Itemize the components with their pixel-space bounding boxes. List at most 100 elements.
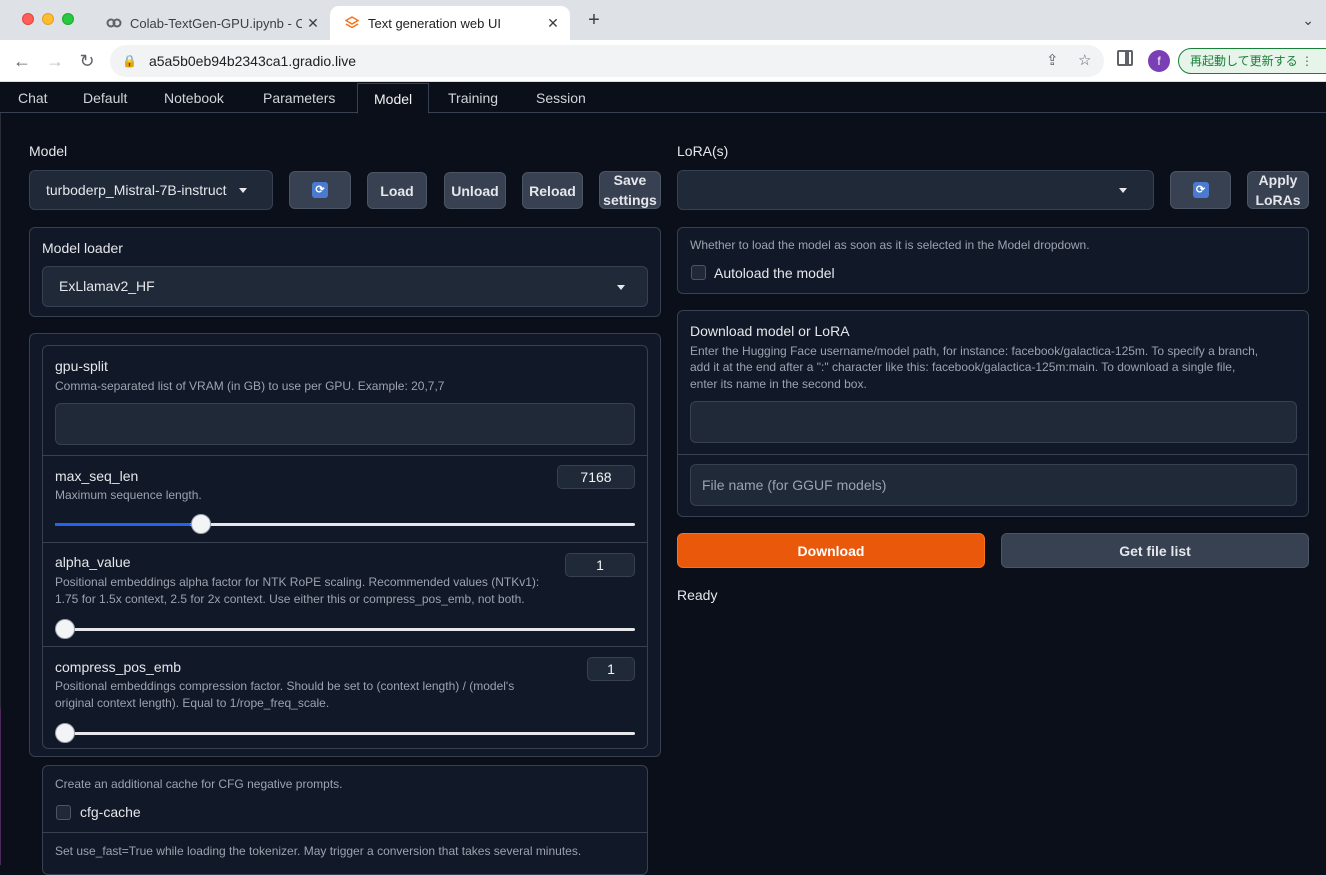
loader-params-panel: gpu-split Comma-separated list of VRAM (… xyxy=(29,333,661,757)
download-button[interactable]: Download xyxy=(677,533,985,568)
tab-notebook[interactable]: Notebook xyxy=(148,83,240,113)
autoload-info: Whether to load the model as soon as it … xyxy=(690,238,1090,252)
download-info-line1: Enter the Hugging Face username/model pa… xyxy=(690,344,1259,358)
max-seq-len-label: max_seq_len xyxy=(55,468,139,484)
side-panel-icon[interactable] xyxy=(1117,50,1133,66)
autoload-panel: Whether to load the model as soon as it … xyxy=(677,227,1309,294)
gpu-split-label: gpu-split xyxy=(55,358,108,374)
alpha-value-slider-thumb[interactable] xyxy=(55,619,75,639)
app-tab-bar: Chat Default Notebook Parameters Model T… xyxy=(0,83,1326,114)
gradio-icon xyxy=(344,15,360,31)
window-minimize-button[interactable] xyxy=(42,13,54,25)
apply-loras-label-1: Apply xyxy=(1258,172,1298,188)
get-file-list-button[interactable]: Get file list xyxy=(1001,533,1309,568)
apply-loras-button[interactable]: Apply LoRAs xyxy=(1247,171,1309,209)
gpu-split-input[interactable] xyxy=(55,403,635,445)
forward-arrow-icon[interactable]: → xyxy=(43,49,67,73)
divider xyxy=(678,454,1308,455)
browser-tab-colab[interactable]: Colab-TextGen-GPU.ipynb - C ✕ xyxy=(92,6,330,40)
chevron-down-icon xyxy=(1119,188,1127,193)
lora-label: LoRA(s) xyxy=(677,143,729,159)
unload-button[interactable]: Unload xyxy=(444,172,506,209)
max-seq-len-info: Maximum sequence length. xyxy=(55,488,202,502)
chevron-down-icon[interactable]: ⌄ xyxy=(1302,12,1314,29)
divider xyxy=(43,542,647,543)
close-icon[interactable]: ✕ xyxy=(302,15,324,32)
model-dropdown[interactable]: turboderp_Mistral-7B-instruct xyxy=(29,170,273,210)
model-loader-value: ExLlamav2_HF xyxy=(59,278,155,294)
lock-icon: 🔒 xyxy=(122,54,137,68)
share-icon[interactable]: ⇪ xyxy=(1046,51,1059,69)
gpu-split-info: Comma-separated list of VRAM (in GB) to … xyxy=(55,379,445,393)
reload-button[interactable]: Reload xyxy=(522,172,583,209)
divider xyxy=(43,455,647,456)
params-group: gpu-split Comma-separated list of VRAM (… xyxy=(42,345,648,749)
download-info-line3: enter its name in the second box. xyxy=(690,377,867,391)
browser-tabstrip: Colab-TextGen-GPU.ipynb - C ✕ Text gener… xyxy=(0,0,1326,40)
cfg-cache-checkbox[interactable] xyxy=(56,805,71,820)
alpha-value-number[interactable]: 1 xyxy=(565,553,635,577)
refresh-icon: ⟳ xyxy=(1192,182,1209,198)
lora-dropdown[interactable] xyxy=(677,170,1154,210)
compress-pos-emb-label: compress_pos_emb xyxy=(55,659,182,675)
cache-options-panel: Create an additional cache for CFG negat… xyxy=(42,765,648,875)
download-panel: Download model or LoRA Enter the Hugging… xyxy=(677,310,1309,517)
colab-icon xyxy=(106,15,122,31)
window-zoom-button[interactable] xyxy=(62,13,74,25)
browser-tab-gradio[interactable]: Text generation web UI ✕ xyxy=(330,6,570,40)
chevron-down-icon xyxy=(617,285,625,290)
tab-model[interactable]: Model xyxy=(357,83,430,114)
model-path-input[interactable] xyxy=(690,401,1297,443)
apply-loras-label-2: LoRAs xyxy=(1255,192,1301,208)
reload-icon[interactable]: ↻ xyxy=(75,49,99,73)
cfg-cache-info: Create an additional cache for CFG negat… xyxy=(55,777,343,791)
update-button-label: 再起動して更新する xyxy=(1190,54,1298,68)
browser-tab-title: Text generation web UI xyxy=(368,15,501,31)
star-icon[interactable]: ☆ xyxy=(1078,51,1091,69)
file-name-input[interactable]: File name (for GGUF models) xyxy=(690,464,1297,506)
tab-parameters[interactable]: Parameters xyxy=(247,83,351,113)
alpha-value-slider-track[interactable] xyxy=(55,628,635,631)
tab-session[interactable]: Session xyxy=(520,83,602,113)
download-info-line2: add it at the end after a ":" character … xyxy=(690,360,1236,374)
alpha-value-info-line1: Positional embeddings alpha factor for N… xyxy=(55,575,540,589)
back-arrow-icon[interactable]: ← xyxy=(10,49,34,73)
refresh-lora-button[interactable]: ⟳ xyxy=(1170,171,1231,209)
model-dropdown-value: turboderp_Mistral-7B-instruct xyxy=(46,182,227,198)
load-button[interactable]: Load xyxy=(367,172,427,209)
model-loader-panel: Model loader ExLlamav2_HF xyxy=(29,227,661,317)
tab-training[interactable]: Training xyxy=(432,83,514,113)
model-loader-dropdown[interactable]: ExLlamav2_HF xyxy=(42,266,648,307)
close-icon[interactable]: ✕ xyxy=(542,15,564,32)
tab-default[interactable]: Default xyxy=(67,83,143,113)
new-tab-button[interactable]: + xyxy=(583,9,605,31)
save-settings-button[interactable]: Save settings xyxy=(599,171,661,209)
max-seq-len-slider-fill xyxy=(55,523,191,526)
compress-pos-emb-number[interactable]: 1 xyxy=(587,657,635,681)
file-name-placeholder: File name (for GGUF models) xyxy=(702,477,887,493)
address-bar[interactable]: 🔒 a5a5b0eb94b2343ca1.gradio.live ⇪ ☆ xyxy=(110,45,1104,77)
window-close-button[interactable] xyxy=(22,13,34,25)
save-settings-label-1: Save xyxy=(613,172,647,188)
max-seq-len-number[interactable]: 7168 xyxy=(557,465,635,489)
autoload-checkbox[interactable] xyxy=(691,265,706,280)
url-text: a5a5b0eb94b2343ca1.gradio.live xyxy=(148,53,357,69)
max-seq-len-slider-thumb[interactable] xyxy=(190,514,211,534)
alpha-value-label: alpha_value xyxy=(55,554,131,570)
download-status: Ready xyxy=(677,587,718,603)
avatar[interactable]: f xyxy=(1148,50,1170,72)
refresh-model-button[interactable]: ⟳ xyxy=(289,171,351,209)
autoload-label: Autoload the model xyxy=(714,265,835,281)
tab-chat[interactable]: Chat xyxy=(2,83,64,113)
compress-pos-emb-info-line2: original context length). Equal to 1/rop… xyxy=(55,696,330,710)
update-button[interactable]: 再起動して更新する ⋮ xyxy=(1178,48,1326,74)
page-edge xyxy=(0,708,1,865)
compress-pos-emb-slider-thumb[interactable] xyxy=(55,723,75,743)
compress-pos-emb-slider-track[interactable] xyxy=(55,732,635,735)
chevron-down-icon xyxy=(239,188,247,193)
download-title: Download model or LoRA xyxy=(690,323,850,339)
browser-tab-title: Colab-TextGen-GPU.ipynb - C xyxy=(130,15,302,31)
model-label: Model xyxy=(29,143,68,159)
cfg-cache-label: cfg-cache xyxy=(80,804,141,820)
divider xyxy=(43,646,647,647)
